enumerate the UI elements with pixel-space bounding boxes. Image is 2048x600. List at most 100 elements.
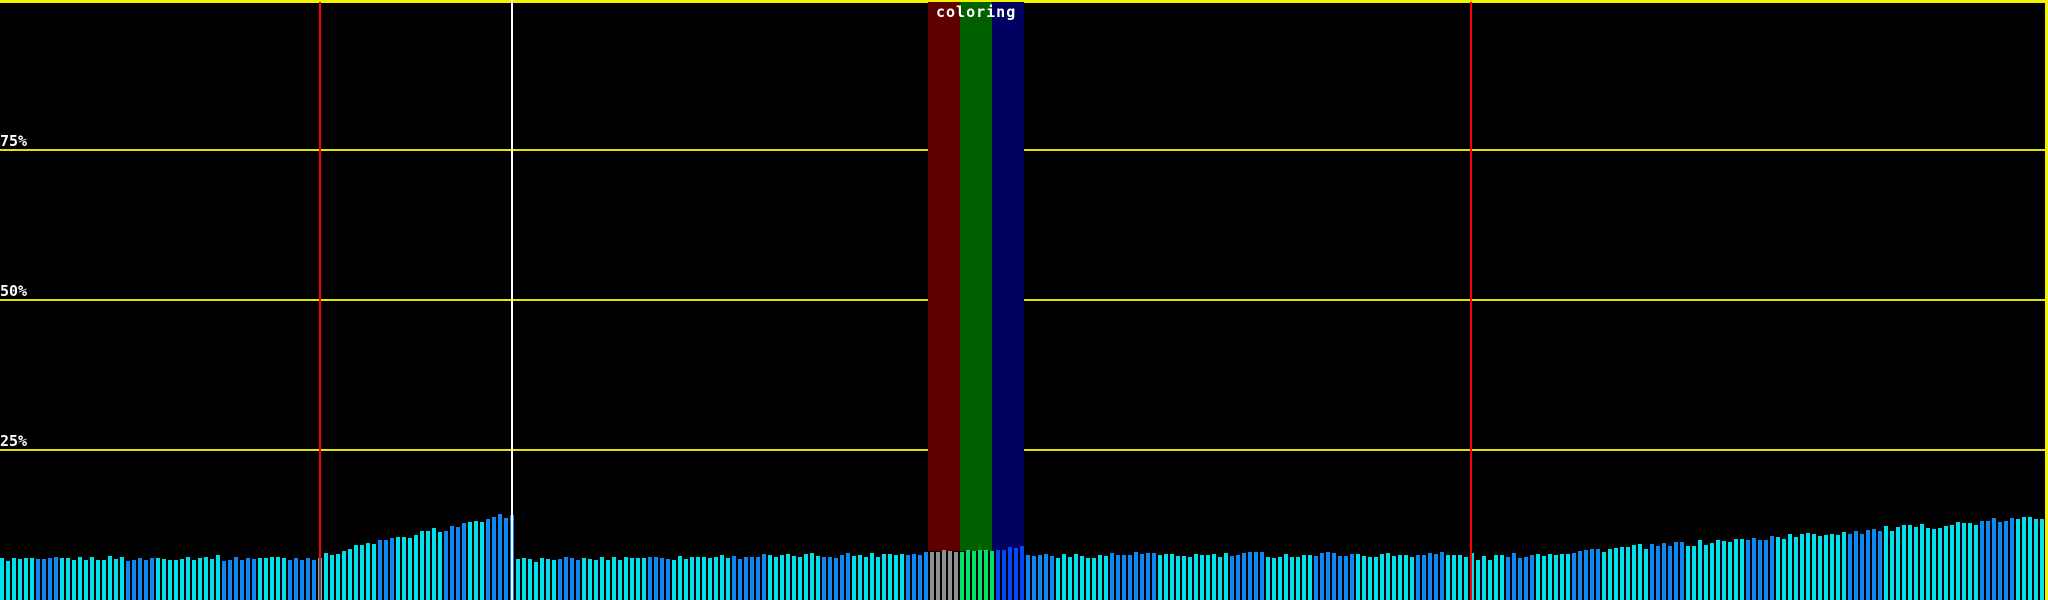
usage-bar: [1320, 553, 1324, 600]
gridline-75: [0, 149, 2048, 151]
usage-bar: [876, 557, 880, 600]
usage-bar: [600, 557, 604, 600]
usage-bar: [1104, 556, 1108, 600]
usage-bar: [1230, 556, 1234, 600]
usage-bar: [1866, 530, 1870, 600]
usage-bar: [60, 558, 64, 600]
usage-bar: [642, 558, 646, 600]
usage-bar: [924, 552, 928, 600]
usage-bar: [966, 550, 970, 600]
usage-bar: [1374, 557, 1378, 600]
time-marker-red-2: [1470, 2, 1472, 600]
usage-bar: [1440, 552, 1444, 600]
usage-bar: [1842, 532, 1846, 600]
usage-bar: [2040, 519, 2044, 600]
usage-bar: [204, 557, 208, 600]
usage-bar: [1728, 542, 1732, 600]
usage-bar: [1296, 557, 1300, 600]
usage-bar: [1386, 553, 1390, 600]
usage-bar: [1434, 554, 1438, 600]
usage-bar: [936, 552, 940, 600]
usage-bar: [2022, 517, 2026, 600]
usage-bar: [1056, 558, 1060, 600]
usage-bar: [996, 550, 1000, 600]
usage-bar: [408, 538, 412, 600]
usage-bar: [336, 554, 340, 600]
usage-bar: [1824, 535, 1828, 600]
usage-bar: [348, 549, 352, 600]
usage-bar: [1008, 547, 1012, 600]
usage-bar: [1566, 554, 1570, 600]
usage-bar: [492, 517, 496, 600]
usage-bar: [1956, 522, 1960, 600]
usage-bar: [456, 527, 460, 600]
usage-bar: [1080, 556, 1084, 600]
usage-bar: [216, 555, 220, 600]
usage-bar: [1536, 554, 1540, 600]
usage-bar: [918, 555, 922, 600]
usage-bar: [828, 557, 832, 600]
usage-bar: [1854, 531, 1858, 600]
usage-bar: [1092, 558, 1096, 600]
usage-bar: [822, 557, 826, 600]
usage-bar: [1308, 555, 1312, 600]
y-axis-tick-25: 25%: [0, 432, 28, 450]
usage-bar: [1338, 556, 1342, 600]
usage-bar: [258, 558, 262, 600]
usage-bar: [1476, 560, 1480, 600]
usage-bar: [540, 558, 544, 600]
profiler-coloring-chart[interactable]: 75% 50% 25% coloring: [0, 0, 2048, 600]
usage-bar: [1680, 542, 1684, 600]
usage-bar: [1086, 558, 1090, 600]
usage-bar: [1938, 528, 1942, 600]
usage-bar: [684, 559, 688, 600]
usage-bar: [1896, 527, 1900, 600]
usage-bar: [138, 558, 142, 600]
usage-bar: [1596, 549, 1600, 600]
usage-bar: [1206, 555, 1210, 600]
usage-bar: [1050, 556, 1054, 600]
usage-bar: [1620, 547, 1624, 600]
usage-bar: [594, 560, 598, 600]
usage-bar: [1740, 539, 1744, 600]
usage-bar: [522, 558, 526, 600]
usage-bar: [1572, 553, 1576, 600]
usage-bar: [660, 558, 664, 600]
usage-bar: [1236, 555, 1240, 600]
usage-bar: [1860, 534, 1864, 600]
usage-bar: [276, 557, 280, 600]
usage-bar: [1278, 557, 1282, 600]
usage-bar: [1224, 553, 1228, 600]
usage-bar: [192, 560, 196, 600]
usage-bar: [1692, 546, 1696, 600]
usage-bar: [810, 553, 814, 600]
usage-bar: [1164, 554, 1168, 600]
usage-bar: [900, 554, 904, 600]
usage-bar: [786, 554, 790, 600]
usage-bar: [294, 558, 298, 600]
usage-bar: [402, 537, 406, 600]
usage-bar: [1686, 546, 1690, 600]
usage-bar: [1428, 553, 1432, 600]
usage-bar: [1452, 555, 1456, 600]
usage-bar: [792, 556, 796, 600]
usage-bar: [48, 558, 52, 600]
usage-bar: [1884, 526, 1888, 600]
usage-bar: [1272, 558, 1276, 600]
usage-bar: [1650, 544, 1654, 600]
usage-bar: [186, 557, 190, 600]
usage-bar: [1878, 531, 1882, 600]
usage-bar: [1584, 550, 1588, 600]
usage-bar: [1482, 556, 1486, 600]
usage-bar: [420, 531, 424, 600]
usage-bar: [1068, 557, 1072, 600]
usage-bar: [1950, 525, 1954, 600]
usage-bar: [1002, 550, 1006, 600]
usage-bar: [1212, 554, 1216, 600]
usage-bar: [1326, 552, 1330, 600]
usage-bar: [1932, 529, 1936, 600]
usage-bar: [1674, 542, 1678, 600]
usage-bar: [1668, 546, 1672, 600]
usage-bar: [1266, 557, 1270, 600]
usage-bar: [1392, 556, 1396, 600]
